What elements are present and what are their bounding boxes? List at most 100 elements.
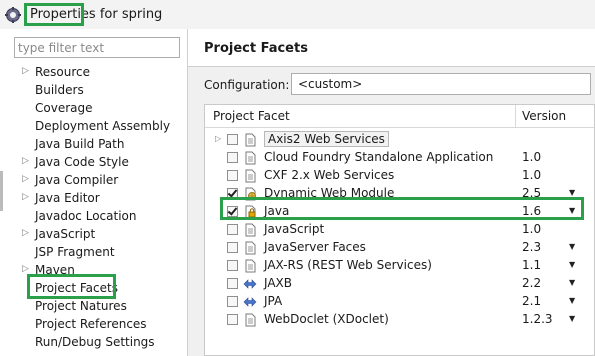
facet-row-axis2-web-services[interactable]: ▷ Axis2 Web Services [205,131,594,149]
facet-name: Axis2 Web Services [264,131,389,147]
sidebar-item-label: Builders [35,83,84,97]
version-dropdown-icon[interactable]: ▼ [569,188,575,197]
sidebar-item-resource[interactable]: ▷ Resource [0,64,188,82]
version-dropdown-icon[interactable]: ▼ [569,296,575,305]
version-dropdown-icon[interactable]: ▼ [569,260,575,269]
facet-version[interactable]: 2.2 [522,276,541,290]
facet-name: JAXB [264,276,292,290]
properties-highlight-box [24,3,84,26]
sidebar-item-jsp-fragment[interactable]: JSP Fragment [0,244,188,262]
sidebar-item-javascript[interactable]: ▷ JavaScript [0,226,188,244]
sidebar-item-java-build-path[interactable]: Java Build Path [0,136,188,154]
page-icon [243,313,257,327]
page-icon [243,259,257,273]
version-dropdown-icon[interactable]: ▼ [569,278,575,287]
sidebar-item-label: Java Code Style [35,155,129,169]
java-highlight-box [220,197,584,220]
column-header-facet[interactable]: Project Facet [213,109,290,123]
facet-checkbox[interactable] [227,314,238,325]
facet-checkbox[interactable] [227,242,238,253]
page-header: Project Facets [188,29,595,67]
facet-version[interactable]: 1.2.3 [522,312,553,326]
double-arrow-icon [243,277,257,291]
facet-checkbox[interactable] [227,260,238,271]
expand-arrow-icon[interactable]: ▷ [22,228,29,238]
facet-name: CXF 2.x Web Services [264,168,395,182]
version-dropdown-icon[interactable]: ▼ [569,242,575,251]
sidebar-item-javadoc-location[interactable]: Javadoc Location [0,208,188,226]
column-separator[interactable] [515,105,516,128]
facet-version: 1.0 [522,150,542,164]
table-header: Project Facet Version [205,105,594,128]
page-icon [243,241,257,255]
facet-version[interactable]: 2.1 [522,294,541,308]
sidebar-item-label: JavaScript [35,227,96,241]
page-title: Project Facets [204,41,308,56]
expand-arrow-icon[interactable]: ▷ [22,192,29,202]
facet-row-javaserver-faces[interactable]: JavaServer Faces 2.3 ▼ [205,239,594,257]
filter-input[interactable] [14,37,180,58]
sidebar-item-coverage[interactable]: Coverage [0,100,188,118]
configuration-value: <custom> [298,77,363,91]
facet-version[interactable]: 2.3 [522,240,541,254]
facet-row-jax-rs-rest-web-services[interactable]: JAX-RS (REST Web Services) 1.1 ▼ [205,257,594,275]
page-icon [243,223,257,237]
version-dropdown-icon[interactable]: ▼ [569,314,575,323]
facet-checkbox[interactable] [227,278,238,289]
project-facets-highlight-box [27,274,116,299]
sidebar-item-label: Javadoc Location [35,209,137,223]
sidebar-item-java-compiler[interactable]: ▷ Java Compiler [0,172,188,190]
column-header-version[interactable]: Version [522,109,566,123]
sidebar-item-label: Resource [35,65,91,79]
facet-row-jpa[interactable]: JPA 2.1 ▼ [205,293,594,311]
project-facets-pane: Project Facets Configuration: <custom> P… [188,29,595,356]
sidebar-item-label: Deployment Assembly [35,119,171,133]
facet-checkbox[interactable] [227,134,238,145]
page-icon [243,151,257,165]
facet-checkbox[interactable] [227,170,238,181]
facet-name: JavaServer Faces [264,240,366,254]
preference-tree-pane: ▷ Resource Builders Coverage Deployment Asse… [0,29,188,356]
sidebar-item-label: Project References [35,317,147,331]
facet-checkbox[interactable] [227,296,238,307]
facet-name: WebDoclet (XDoclet) [264,312,389,326]
sidebar-item-project-natures[interactable]: Project Natures [0,298,188,316]
expand-arrow-icon[interactable]: ▷ [22,66,29,76]
facet-name: Cloud Foundry Standalone Application [264,150,494,164]
facet-version: 1.0 [522,222,542,236]
facet-row-jaxb[interactable]: JAXB 2.2 ▼ [205,275,594,293]
facet-checkbox[interactable] [227,152,238,163]
expand-arrow-icon[interactable]: ▷ [22,156,29,166]
facet-row-cloud-foundry-standalone-application[interactable]: Cloud Foundry Standalone Application 1.0 [205,149,594,167]
sidebar-item-builders[interactable]: Builders [0,82,188,100]
sidebar-item-project-references[interactable]: Project References [0,316,188,334]
sidebar-item-label: Coverage [35,101,93,115]
configuration-select[interactable]: <custom> [291,73,591,95]
facet-row-cxf-2-x-web-services[interactable]: CXF 2.x Web Services 1.0 [205,167,594,185]
configuration-label: Configuration: [204,78,290,92]
facet-version: 1.0 [522,168,542,182]
facet-checkbox[interactable] [227,224,238,235]
expand-arrow-icon[interactable]: ▷ [215,134,221,143]
title-bar: Properties for spring [0,0,595,29]
facet-name: JPA [264,294,283,308]
sidebar-item-label: Java Compiler [35,173,119,187]
sidebar-item-run-debug-settings[interactable]: Run/Debug Settings [0,334,188,352]
expand-arrow-icon[interactable]: ▷ [22,174,29,184]
sidebar-item-label: JSP Fragment [35,245,115,259]
sidebar-item-label: Project Natures [35,299,127,313]
sidebar-item-label: Run/Debug Settings [35,335,155,349]
facet-row-webdoclet-xdoclet[interactable]: WebDoclet (XDoclet) 1.2.3 ▼ [205,311,594,329]
sidebar-item-java-editor[interactable]: ▷ Java Editor [0,190,188,208]
sidebar-item-deployment-assembly[interactable]: Deployment Assembly [0,118,188,136]
sidebar-item-label: Java Build Path [35,137,125,151]
page-icon [243,169,257,183]
sidebar-item-java-code-style[interactable]: ▷ Java Code Style [0,154,188,172]
expand-arrow-icon[interactable]: ▷ [22,264,29,274]
eclipse-gear-icon [5,7,21,23]
facet-name: JavaScript [264,222,325,236]
facet-row-javascript[interactable]: JavaScript 1.0 [205,221,594,239]
double-arrow-icon [243,295,257,309]
facet-version[interactable]: 1.1 [522,258,541,272]
facet-name: JAX-RS (REST Web Services) [264,258,432,272]
